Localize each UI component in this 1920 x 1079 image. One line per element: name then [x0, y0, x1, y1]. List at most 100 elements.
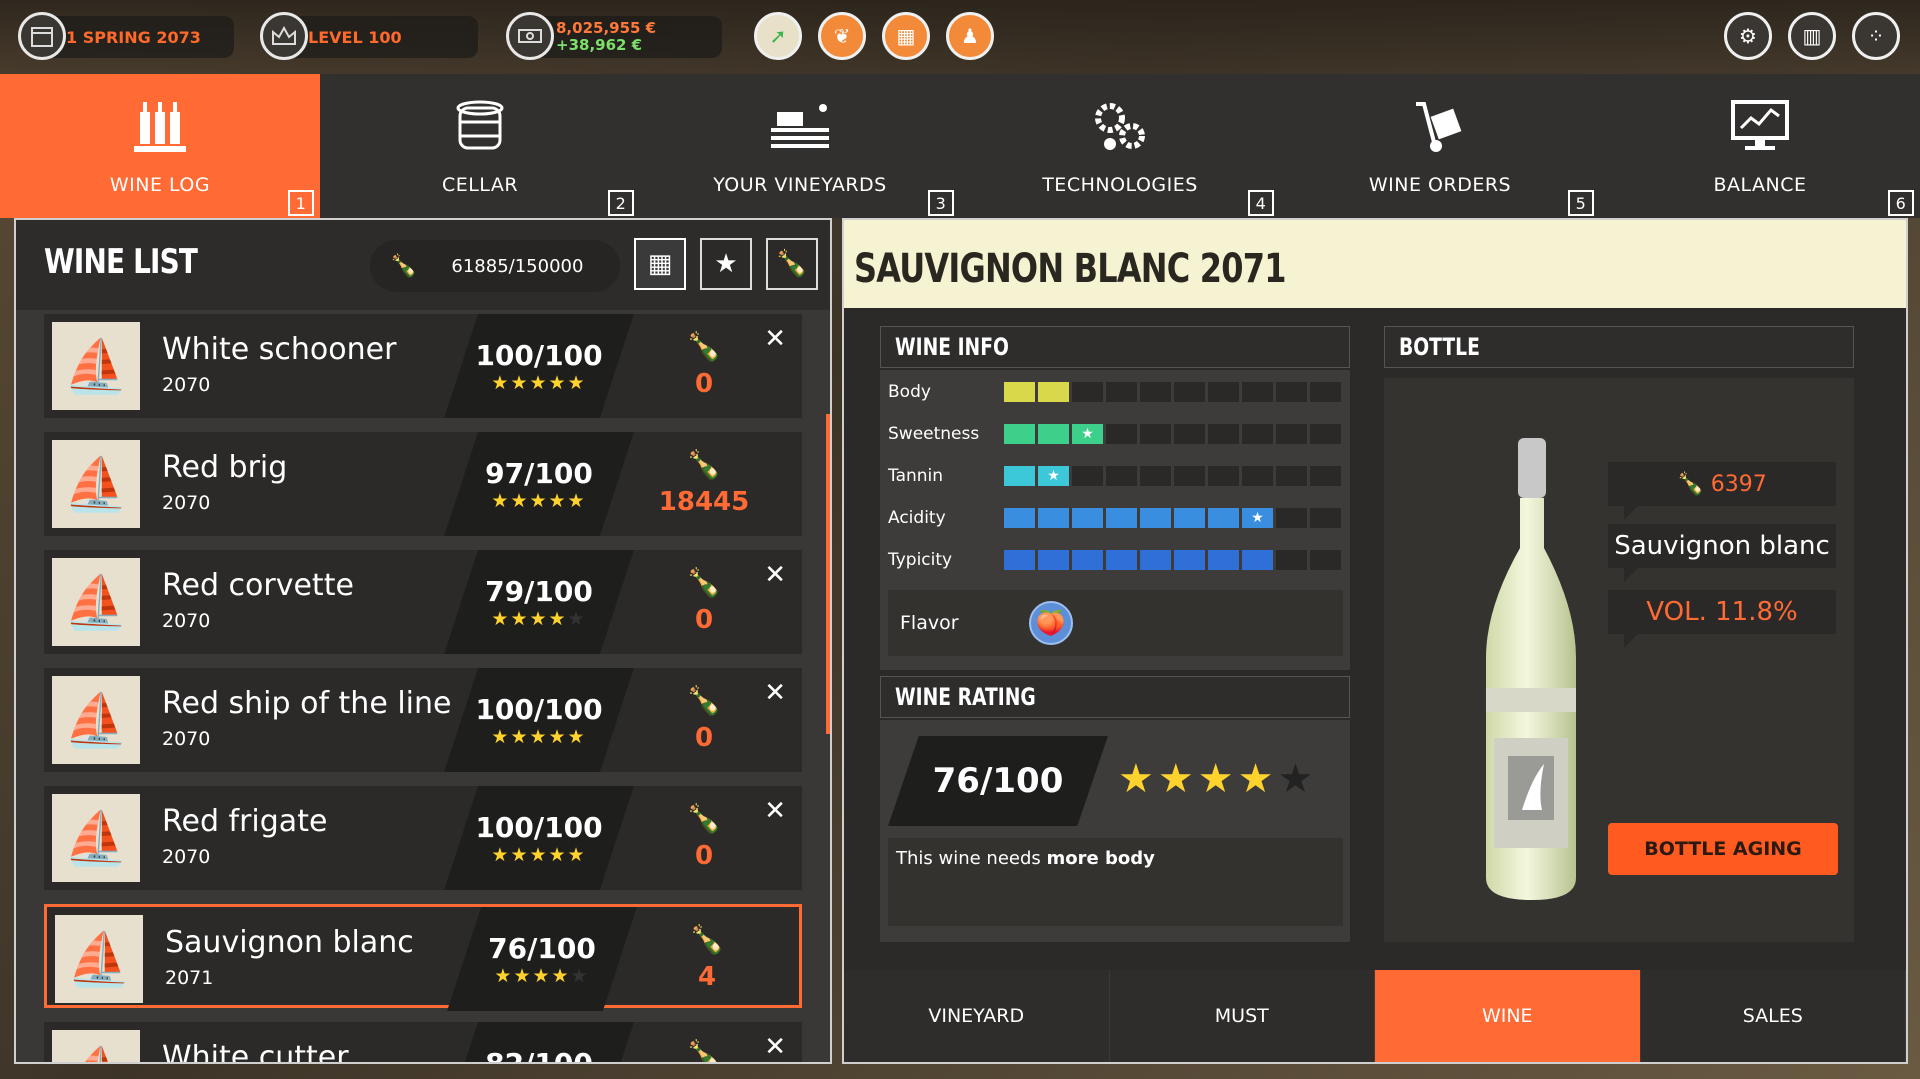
- stars-icon: ★: [714, 249, 738, 279]
- tab-balance[interactable]: BALANCE 6: [1600, 74, 1920, 218]
- sail-logo-icon: ⛵: [52, 558, 140, 646]
- top-bar: 1 SPRING 2073 LEVEL 100 8,025,955 € +38,…: [0, 0, 1920, 74]
- score-text: 82/100: [485, 1046, 593, 1064]
- tab-vineyard[interactable]: VINEYARD: [844, 970, 1110, 1062]
- settings-gear-icon[interactable]: ⚙: [1724, 12, 1772, 60]
- calendar-icon[interactable]: [18, 12, 66, 60]
- bar-segment: [1140, 382, 1171, 402]
- monitor-chart-icon: [1729, 98, 1791, 168]
- wine-row[interactable]: ⛵ Red corvette 2070 79/100 ★★★★★ 🍾 0 ✕: [44, 550, 802, 654]
- bar-segment: [1276, 424, 1307, 444]
- trend-up-icon[interactable]: ➚: [754, 12, 802, 60]
- crown-icon[interactable]: [260, 12, 308, 60]
- bar-segment: [1174, 508, 1205, 528]
- remove-wine-button[interactable]: ✕: [764, 796, 786, 826]
- sort-by-date-button[interactable]: ▦: [634, 238, 686, 290]
- attr-label: Body: [888, 382, 931, 402]
- workers-icon[interactable]: ♟: [946, 12, 994, 60]
- bottles-icon: 🍾: [775, 249, 809, 279]
- wine-score: 100/100 ★★★★★: [444, 786, 634, 890]
- wine-row[interactable]: ⛵ Sauvignon blanc 2071 76/100 ★★★★★ 🍾 4: [44, 904, 802, 1011]
- bar-segment: [1004, 424, 1035, 444]
- star-icon: ★: [1038, 466, 1069, 486]
- sail-logo-icon: ⛵: [55, 915, 143, 1003]
- bar-segment: [1072, 550, 1103, 570]
- bar-segment: [1004, 508, 1035, 528]
- money-pill: 8,025,955 € +38,962 €: [530, 16, 722, 58]
- main-nav: WINE LOG 1 CELLAR 2 YOUR VINEYARDS 3 TEC…: [0, 74, 1920, 218]
- bottles-icon: 🍾: [686, 684, 722, 717]
- bar-segment: [1174, 466, 1205, 486]
- tab-wine-orders[interactable]: WINE ORDERS 5: [1280, 74, 1600, 218]
- wine-rating-box: 76/100 ★★★★★ This wine needs more body: [880, 720, 1350, 942]
- bar-segment: [1106, 424, 1137, 444]
- wine-row[interactable]: ⛵ White schooner 2070 100/100 ★★★★★ 🍾 0 …: [44, 314, 802, 418]
- remove-wine-button[interactable]: ✕: [764, 324, 786, 354]
- sort-by-stock-button[interactable]: 🍾: [766, 238, 818, 290]
- wine-stock: 🍾 0: [654, 802, 754, 871]
- money-icon[interactable]: [506, 12, 554, 60]
- grape-leaf-icon[interactable]: ❦: [818, 12, 866, 60]
- stock-text: 0: [694, 605, 714, 635]
- tab-wine[interactable]: WINE: [1375, 970, 1641, 1062]
- bottles-icon: 🍾: [689, 923, 725, 956]
- hotkey-badge: 1: [288, 190, 314, 216]
- tab-your-vineyards[interactable]: YOUR VINEYARDS 3: [640, 74, 960, 218]
- bar-segment: [1276, 550, 1307, 570]
- tab-wine-log[interactable]: WINE LOG 1: [0, 74, 320, 218]
- sail-logo-icon: ⛵: [52, 1030, 140, 1062]
- tab-label: CELLAR: [441, 174, 519, 196]
- grape-bubble: Sauvignon blanc: [1608, 524, 1836, 582]
- detail-header: SAUVIGNON BLANC 2071: [844, 220, 1906, 308]
- bar-segment: [1242, 424, 1273, 444]
- remove-wine-button[interactable]: ✕: [764, 678, 786, 708]
- bar-segment: [1310, 550, 1341, 570]
- tab-must[interactable]: MUST: [1109, 970, 1375, 1062]
- wine-score: 97/100 ★★★★★: [444, 432, 634, 536]
- tab-sales[interactable]: SALES: [1640, 970, 1906, 1062]
- wine-row[interactable]: ⛵ Red brig 2070 97/100 ★★★★★ 🍾 18445: [44, 432, 802, 536]
- bar-segment: [1310, 382, 1341, 402]
- wine-year: 2070: [162, 374, 211, 396]
- flavor-label: Flavor: [900, 612, 959, 634]
- bottle-aging-button[interactable]: BOTTLE AGING: [1608, 823, 1838, 875]
- vol-bubble: VOL. 11.8%: [1608, 590, 1836, 648]
- hand-truck-icon: [1410, 98, 1470, 168]
- bar-segment: [1004, 466, 1035, 486]
- score-stars: ★★★★★: [491, 371, 587, 394]
- score-stars: ★★★★★: [491, 607, 587, 630]
- attr-label: Typicity: [888, 550, 953, 570]
- wine-year: 2070: [162, 610, 211, 632]
- wine-year: 2070: [162, 728, 211, 750]
- wine-info-title: WINE INFO: [880, 326, 1350, 368]
- wine-list-header: WINE LIST 🍾 61885/150000 ▦ ★ 🍾: [16, 220, 830, 310]
- wine-row[interactable]: ⛵ White cutter 82/100 ★★★★★ 🍾 ✕: [44, 1022, 802, 1064]
- calendar-task-icon[interactable]: ▦: [882, 12, 930, 60]
- remove-wine-button[interactable]: ✕: [764, 560, 786, 590]
- peach-flavor-icon[interactable]: 🍑: [1028, 601, 1073, 645]
- share-icon[interactable]: ⁘: [1852, 12, 1900, 60]
- wine-row[interactable]: ⛵ Red ship of the line 2070 100/100 ★★★★…: [44, 668, 802, 772]
- calendar-icon: ▦: [647, 249, 673, 279]
- sort-by-rating-button[interactable]: ★: [700, 238, 752, 290]
- wine-score: 79/100 ★★★★★: [444, 550, 634, 654]
- bottles-icon: 🍾: [1677, 471, 1705, 497]
- sail-logo-icon: ⛵: [52, 440, 140, 528]
- detail-title: SAUVIGNON BLANC 2071: [854, 246, 1286, 292]
- bar-segment: [1276, 382, 1307, 402]
- wine-row[interactable]: ⛵ Red frigate 2070 100/100 ★★★★★ 🍾 0 ✕: [44, 786, 802, 890]
- remove-wine-button[interactable]: ✕: [764, 1032, 786, 1062]
- bar-segment: [1038, 550, 1069, 570]
- tab-cellar[interactable]: CELLAR 2: [320, 74, 640, 218]
- score-text: 100/100: [475, 338, 603, 372]
- bar-segment: [1310, 424, 1341, 444]
- tab-label: BALANCE: [1713, 174, 1807, 196]
- tab-technologies[interactable]: TECHNOLOGIES 4: [960, 74, 1280, 218]
- sail-logo-icon: ⛵: [52, 676, 140, 764]
- scrollbar[interactable]: [826, 414, 830, 734]
- attr-label: Sweetness: [888, 424, 980, 444]
- attr-row-typicity: Typicity: [888, 548, 1344, 572]
- bottle-count-text: 6397: [1710, 471, 1767, 497]
- wine-stock: 🍾: [654, 1038, 754, 1062]
- book-icon[interactable]: ▥: [1788, 12, 1836, 60]
